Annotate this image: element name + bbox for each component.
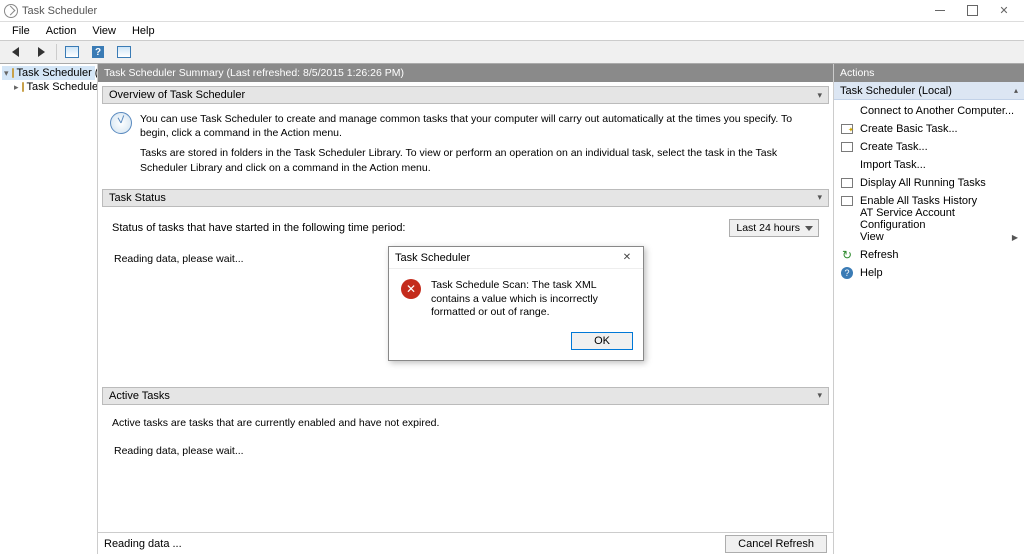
- status-period-label: Status of tasks that have started in the…: [112, 222, 406, 234]
- action-label: Refresh: [860, 249, 899, 261]
- active-tasks-title: Active Tasks: [109, 390, 170, 402]
- menu-help[interactable]: Help: [124, 23, 163, 39]
- arrow-left-icon: [12, 47, 19, 57]
- tree-root-label: Task Scheduler (Local): [17, 67, 98, 79]
- app-icon: [4, 4, 18, 18]
- error-icon: [401, 279, 421, 299]
- window-title: Task Scheduler: [22, 5, 97, 17]
- dialog-title: Task Scheduler: [395, 252, 470, 264]
- dialog-message: Task Schedule Scan: The task XML contain…: [431, 279, 631, 320]
- dialog-footer: OK: [389, 326, 643, 360]
- toolbar-pane1-button[interactable]: [60, 42, 84, 62]
- error-dialog: Task Scheduler Task Schedule Scan: The t…: [388, 246, 644, 361]
- toolbar-pane2-button[interactable]: [112, 42, 136, 62]
- window-titlebar: Task Scheduler: [0, 0, 1024, 22]
- maximize-button[interactable]: [956, 0, 988, 21]
- arrow-right-icon: [38, 47, 45, 57]
- dialog-ok-button[interactable]: OK: [571, 332, 633, 350]
- tree-expand-icon[interactable]: ▸: [14, 82, 19, 93]
- back-button[interactable]: [3, 42, 27, 62]
- blank-icon: [840, 212, 854, 226]
- action-label: View: [860, 231, 884, 243]
- actions-title: Actions: [834, 64, 1024, 82]
- action-label: Connect to Another Computer...: [860, 105, 1014, 117]
- dialog-titlebar: Task Scheduler: [389, 247, 643, 269]
- active-tasks-section: Active tasks are tasks that are currentl…: [102, 405, 829, 469]
- summary-header: Task Scheduler Summary (Last refreshed: …: [98, 64, 833, 82]
- toolbar-help-button[interactable]: [86, 42, 110, 62]
- pane-icon: [117, 46, 131, 58]
- action-label: AT Service Account Configuration: [860, 207, 1018, 231]
- clock-icon: [110, 112, 132, 134]
- tree-root[interactable]: ▾ Task Scheduler (Local): [2, 66, 95, 80]
- menu-action[interactable]: Action: [38, 23, 85, 39]
- forward-button[interactable]: [29, 42, 53, 62]
- action-label: Import Task...: [860, 159, 926, 171]
- close-button[interactable]: [988, 0, 1020, 21]
- actions-pane: Actions Task Scheduler (Local) ▴ Connect…: [834, 64, 1024, 554]
- action-import-task[interactable]: Import Task...: [834, 156, 1024, 174]
- toolbar-separator: [56, 44, 57, 60]
- help-icon: [840, 266, 854, 280]
- dialog-close-button[interactable]: [617, 250, 637, 266]
- action-display-running[interactable]: Display All Running Tasks: [834, 174, 1024, 192]
- active-tasks-desc: Active tasks are tasks that are currentl…: [110, 413, 821, 433]
- overview-title: Overview of Task Scheduler: [109, 89, 245, 101]
- action-label: Display All Running Tasks: [860, 177, 986, 189]
- submenu-arrow-icon: ▶: [1012, 233, 1018, 242]
- history-icon: [840, 194, 854, 208]
- actions-group-header[interactable]: Task Scheduler (Local) ▴: [834, 82, 1024, 100]
- active-tasks-section-header[interactable]: Active Tasks ▾: [102, 387, 829, 405]
- pane-icon: [65, 46, 79, 58]
- action-create-task[interactable]: Create Task...: [834, 138, 1024, 156]
- overview-section: You can use Task Scheduler to create and…: [102, 104, 829, 189]
- action-connect-computer[interactable]: Connect to Another Computer...: [834, 102, 1024, 120]
- chevron-down-icon: ▾: [817, 192, 822, 203]
- action-label: Enable All Tasks History: [860, 195, 977, 207]
- action-help[interactable]: Help: [834, 264, 1024, 282]
- action-at-service[interactable]: AT Service Account Configuration: [834, 210, 1024, 228]
- overview-paragraph-1: You can use Task Scheduler to create and…: [140, 112, 821, 140]
- period-dropdown[interactable]: Last 24 hours: [729, 219, 819, 237]
- toolbar: [0, 40, 1024, 64]
- help-icon: [92, 46, 104, 58]
- dialog-body: Task Schedule Scan: The task XML contain…: [389, 269, 643, 326]
- task-status-section-header[interactable]: Task Status ▾: [102, 189, 829, 207]
- blank-icon: [840, 230, 854, 244]
- folder-icon: [22, 82, 24, 92]
- folder-icon: [12, 68, 14, 78]
- action-label: Create Task...: [860, 141, 928, 153]
- tree-pane: ▾ Task Scheduler (Local) ▸ Task Schedule…: [0, 64, 98, 554]
- minimize-button[interactable]: [924, 0, 956, 21]
- actions-list: Connect to Another Computer... Create Ba…: [834, 100, 1024, 284]
- footer-status: Reading data ...: [104, 538, 182, 550]
- overview-text: You can use Task Scheduler to create and…: [140, 112, 821, 181]
- active-reading-text: Reading data, please wait...: [110, 433, 821, 461]
- action-create-basic-task[interactable]: Create Basic Task...: [834, 120, 1024, 138]
- chevron-down-icon: ▾: [817, 390, 822, 401]
- tree-collapse-icon[interactable]: ▾: [4, 68, 9, 79]
- cancel-refresh-button[interactable]: Cancel Refresh: [725, 535, 827, 553]
- menu-file[interactable]: File: [4, 23, 38, 39]
- blank-icon: [840, 158, 854, 172]
- tree-child[interactable]: ▸ Task Scheduler Library: [2, 80, 95, 94]
- overview-paragraph-2: Tasks are stored in folders in the Task …: [140, 146, 821, 174]
- action-label: Help: [860, 267, 883, 279]
- task-icon: [840, 122, 854, 136]
- list-icon: [840, 176, 854, 190]
- task-icon: [840, 140, 854, 154]
- task-status-title: Task Status: [109, 192, 166, 204]
- tree-child-label: Task Scheduler Library: [27, 81, 98, 93]
- caret-up-icon: ▴: [1014, 86, 1018, 95]
- chevron-down-icon: ▾: [817, 90, 822, 101]
- overview-section-header[interactable]: Overview of Task Scheduler ▾: [102, 86, 829, 104]
- blank-icon: [840, 104, 854, 118]
- menubar: File Action View Help: [0, 22, 1024, 40]
- menu-view[interactable]: View: [84, 23, 124, 39]
- center-footer: Reading data ... Cancel Refresh: [98, 532, 833, 554]
- action-label: Create Basic Task...: [860, 123, 958, 135]
- actions-group-label: Task Scheduler (Local): [840, 85, 952, 97]
- refresh-icon: [840, 248, 854, 262]
- action-refresh[interactable]: Refresh: [834, 246, 1024, 264]
